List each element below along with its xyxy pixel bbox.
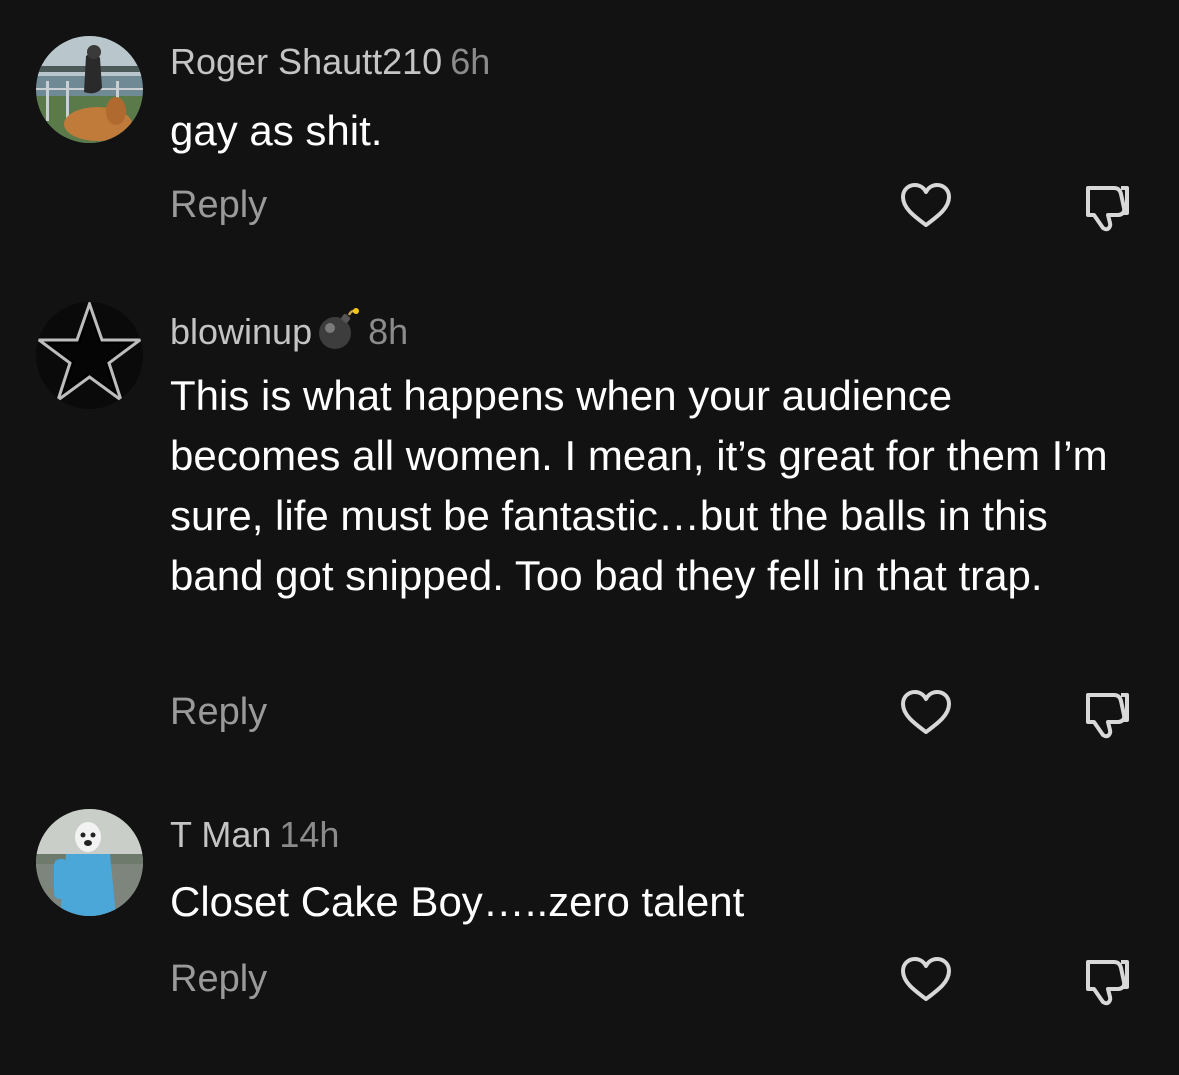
comment-text: This is what happens when your audience … (170, 372, 1108, 599)
reply-button[interactable]: Reply (170, 182, 267, 228)
comment-text: gay as shit. (170, 107, 383, 154)
thumbs-down-outline-icon (1086, 186, 1129, 232)
timestamp: 8h (368, 311, 409, 352)
star-logo (36, 302, 143, 409)
comment-text: Closet Cake Boy…..zero talent (170, 878, 745, 925)
username[interactable]: T Man (170, 814, 271, 855)
timestamp: 6h (450, 41, 491, 82)
bomb-icon (314, 306, 360, 362)
comment-header: blowinup 8h (170, 306, 408, 362)
thumbs-down-outline-icon (1086, 960, 1129, 1006)
thumbs-down-outline-icon (1086, 693, 1129, 739)
reply-button[interactable]: Reply (170, 689, 267, 735)
user-photo-rider (36, 36, 143, 143)
username[interactable]: blowinup (170, 311, 312, 352)
reply-button[interactable]: Reply (170, 956, 267, 1002)
like-button[interactable] (898, 178, 954, 234)
avatar[interactable] (36, 809, 143, 916)
heart-outline-icon (901, 183, 951, 227)
username[interactable]: Roger Shautt210 (170, 41, 442, 82)
avatar[interactable] (36, 36, 143, 143)
like-button[interactable] (898, 685, 954, 741)
comment-header: Roger Shautt210 6h (170, 40, 490, 84)
like-button[interactable] (898, 952, 954, 1008)
heart-outline-icon (901, 957, 951, 1001)
user-photo-figure (36, 809, 143, 916)
heart-outline-icon (901, 690, 951, 734)
dislike-button[interactable] (1078, 178, 1134, 234)
dislike-button[interactable] (1078, 952, 1134, 1008)
comment-header: T Man 14h (170, 813, 339, 857)
dislike-button[interactable] (1078, 685, 1134, 741)
avatar[interactable] (36, 302, 143, 409)
timestamp: 14h (279, 814, 340, 855)
